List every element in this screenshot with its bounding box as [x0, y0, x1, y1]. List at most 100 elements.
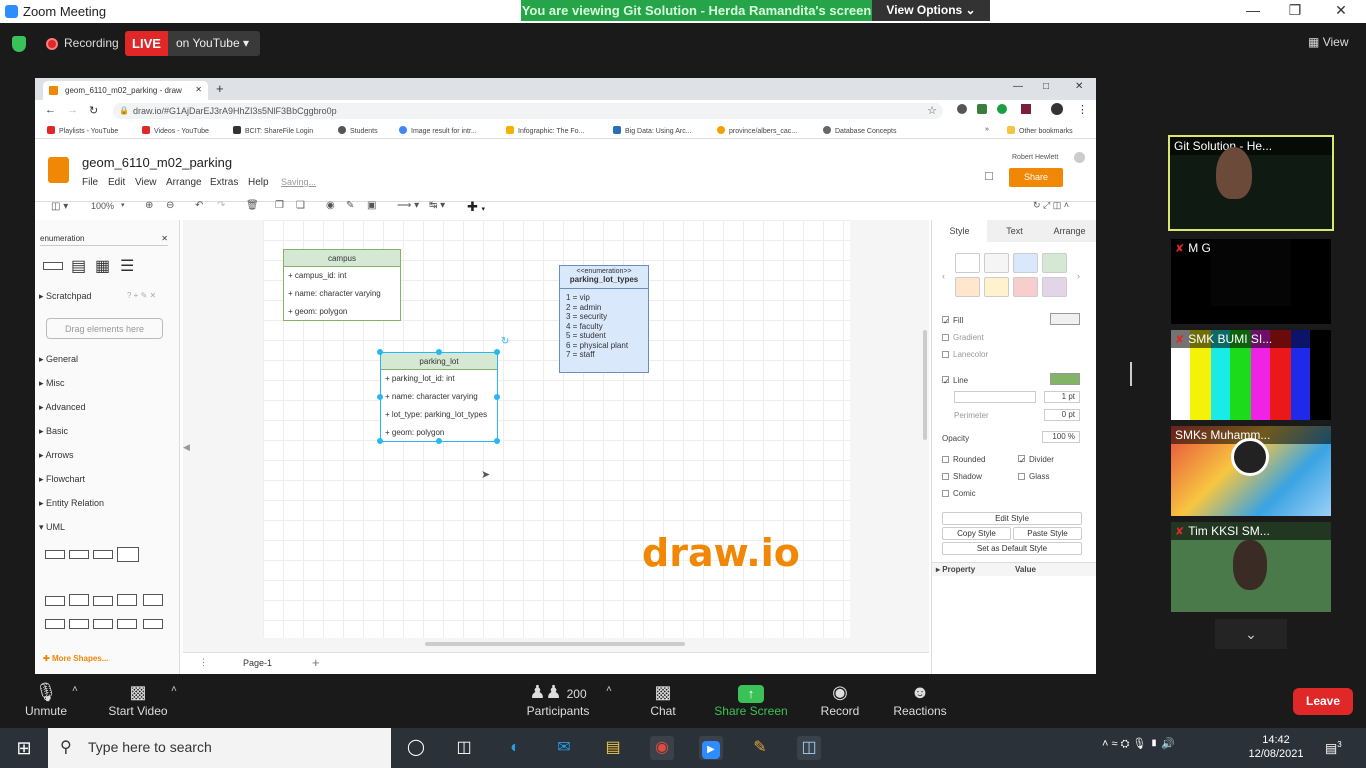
reactions-button[interactable]: ☻ Reactions: [892, 680, 948, 718]
participant-tile[interactable]: ✘M Gifari Ama...: [1171, 239, 1331, 324]
unmute-button[interactable]: 🎙 Unmute: [20, 680, 72, 718]
rotate-handle-icon[interactable]: ↻: [501, 336, 509, 347]
connection-icon[interactable]: ⟶ ▾: [397, 200, 419, 216]
library-arrows[interactable]: ▸ Arrows: [39, 450, 74, 461]
shape-search-input[interactable]: enumeration ✕: [40, 230, 168, 246]
resize-handle[interactable]: [377, 438, 383, 444]
browser-tab[interactable]: geom_6110_m02_parking - draw ✕: [43, 81, 208, 100]
line-color-swatch[interactable]: [1050, 373, 1080, 385]
task-view-icon[interactable]: ◫: [452, 736, 476, 760]
extension-icon[interactable]: [997, 104, 1007, 114]
tab-close-icon[interactable]: ✕: [195, 85, 202, 94]
address-bar[interactable]: 🔒 draw.io/#G1AjDarEJ3rA9HhZI3s5NlF3BbCgg…: [113, 103, 943, 119]
zoom-level[interactable]: 100%: [91, 201, 114, 217]
bookmark-item[interactable]: Infographic: The Fo...: [506, 126, 584, 135]
library-entity-relation[interactable]: ▸ Entity Relation: [39, 498, 104, 509]
menu-file[interactable]: File: [82, 177, 98, 188]
fill-color-swatch[interactable]: [1050, 313, 1080, 325]
property-header[interactable]: ▸ Property: [936, 565, 975, 574]
uml-shape[interactable]: [45, 596, 65, 606]
reload-icon[interactable]: ↻: [89, 104, 98, 117]
extension-icon[interactable]: [1021, 104, 1031, 114]
horizontal-scrollbar[interactable]: [425, 642, 685, 646]
uml-shape[interactable]: [93, 596, 113, 606]
chat-button[interactable]: ▩ Chat: [644, 680, 682, 718]
taskbar-search-input[interactable]: ⚲ Type here to search: [48, 728, 391, 768]
library-uml[interactable]: ▾ UML: [39, 522, 65, 533]
back-icon[interactable]: ←: [45, 104, 56, 116]
swatch-prev-icon[interactable]: ‹: [942, 271, 945, 281]
clear-search-icon[interactable]: ✕: [161, 234, 168, 243]
notifications-icon[interactable]: ▤3: [1325, 740, 1342, 756]
campus-attr[interactable]: + geom: polygon: [284, 303, 400, 321]
uml-shape[interactable]: [45, 619, 65, 629]
fullscreen-icons[interactable]: ↻ ⤢ ◫ ˄: [1033, 200, 1069, 216]
library-advanced[interactable]: ▸ Advanced: [39, 402, 86, 413]
uml-shape[interactable]: [117, 547, 139, 562]
tray-icons[interactable]: ˄ ≈ ⛭ 🎙 ▮ 🔊: [1102, 737, 1175, 751]
scratchpad-dropzone[interactable]: Drag elements here: [46, 318, 163, 339]
set-default-style-button[interactable]: Set as Default Style: [942, 542, 1082, 555]
file-explorer-icon[interactable]: ▤: [601, 736, 625, 760]
style-swatch[interactable]: [1013, 277, 1038, 297]
perimeter-input[interactable]: 0 pt: [1044, 409, 1080, 421]
style-swatch[interactable]: [955, 253, 980, 273]
delete-icon[interactable]: 🗑: [246, 200, 259, 216]
shadow-checkbox[interactable]: Shadow: [942, 472, 982, 481]
comments-icon[interactable]: □: [985, 168, 993, 183]
to-front-icon[interactable]: ❐: [275, 200, 284, 216]
style-swatch[interactable]: [955, 277, 980, 297]
uml-shape[interactable]: [93, 619, 113, 629]
bookmark-item[interactable]: Big Data: Using Arc...: [613, 126, 692, 135]
bookmark-item[interactable]: Videos - YouTube: [142, 126, 209, 135]
tab-text[interactable]: Text: [987, 220, 1042, 242]
uml-shape[interactable]: [69, 619, 89, 629]
bookmark-item[interactable]: Playlists - YouTube: [47, 126, 118, 135]
search-result-shape[interactable]: ☰: [120, 256, 134, 276]
diagram-canvas[interactable]: campus + campus_id: int + name: characte…: [183, 220, 929, 674]
share-button[interactable]: Share: [1009, 168, 1063, 187]
bookmark-item[interactable]: Database Concepts: [823, 126, 896, 135]
library-flowchart[interactable]: ▸ Flowchart: [39, 474, 85, 485]
campus-attr[interactable]: + campus_id: int: [284, 267, 400, 285]
menu-edit[interactable]: Edit: [108, 177, 125, 188]
line-width-input[interactable]: 1 pt: [1044, 391, 1080, 403]
app-icon[interactable]: ◫: [797, 736, 821, 760]
scratchpad-tools-icons[interactable]: ? + ✎ ✕: [127, 291, 156, 300]
resize-handle[interactable]: [377, 394, 383, 400]
library-basic[interactable]: ▸ Basic: [39, 426, 68, 437]
parking-lot-attr[interactable]: + name: character varying: [381, 388, 497, 406]
style-swatch[interactable]: [1042, 253, 1067, 273]
search-result-shape[interactable]: ▦: [95, 256, 110, 276]
splitter-handle[interactable]: [1130, 362, 1132, 386]
close-icon[interactable]: ✕: [1331, 2, 1351, 19]
lanecolor-checkbox[interactable]: Lanecolor: [942, 350, 988, 359]
campus-attr[interactable]: + name: character varying: [284, 285, 400, 303]
waypoints-icon[interactable]: ↹ ▾: [429, 200, 445, 216]
shadow-icon[interactable]: ▣: [367, 200, 376, 216]
user-avatar[interactable]: [1074, 152, 1085, 163]
browser-menu-icon[interactable]: ⋮: [1077, 103, 1088, 116]
participants-button[interactable]: ♟♟ 200 Participants: [524, 680, 592, 718]
uml-shape[interactable]: [93, 550, 113, 559]
live-stream-dropdown[interactable]: on YouTube ▾: [168, 31, 260, 56]
minimize-icon[interactable]: —: [1243, 2, 1263, 18]
view-options-button[interactable]: View Options ⌄: [872, 0, 990, 21]
bookmark-item[interactable]: Image result for intr...: [399, 126, 477, 135]
windows-start-icon[interactable]: ⊞: [12, 736, 36, 760]
menu-arrange[interactable]: Arrange: [166, 177, 202, 188]
resize-handle[interactable]: [494, 394, 500, 400]
rounded-checkbox[interactable]: Rounded: [942, 455, 985, 464]
zoom-dropdown-icon[interactable]: ▾: [121, 201, 125, 217]
style-swatch[interactable]: [984, 253, 1009, 273]
paint-icon[interactable]: ✎: [748, 736, 772, 760]
resize-handle[interactable]: [494, 438, 500, 444]
maximize-icon[interactable]: ❐: [1285, 2, 1305, 19]
participant-tile[interactable]: Git Solution - He...: [1168, 135, 1334, 231]
search-result-shape[interactable]: [43, 262, 63, 270]
menu-view[interactable]: View: [135, 177, 157, 188]
resize-handle[interactable]: [494, 349, 500, 355]
pages-menu-icon[interactable]: ⋮: [199, 657, 208, 668]
uml-shape[interactable]: [45, 550, 65, 559]
swatch-next-icon[interactable]: ›: [1077, 271, 1080, 281]
